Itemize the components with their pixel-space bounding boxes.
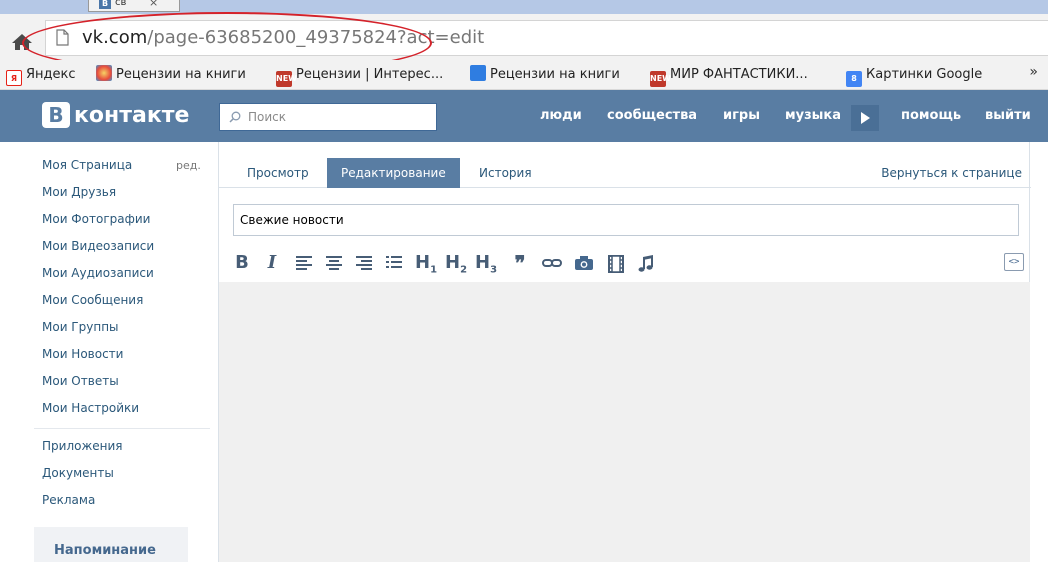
link-button[interactable] [541,252,563,274]
audio-button[interactable] [635,252,657,274]
bold-button[interactable]: B [231,252,253,274]
heading-3-button[interactable]: H3 [475,252,498,276]
list-button[interactable] [383,252,405,274]
menu-answers[interactable]: Мои Ответы [42,374,119,388]
source-code-icon: <> [1008,257,1020,267]
menu-ads[interactable]: Реклама [42,493,95,507]
bookmark-reviews-1[interactable]: Рецензии на книги [96,65,246,85]
nav-logout[interactable]: выйти [985,90,1031,142]
wiki-editor: Просмотр Редактирование История Вернутьс… [218,142,1031,562]
search-input[interactable] [248,107,432,127]
link-icon [542,259,562,267]
bookmark-yandex[interactable]: Я Яндекс [6,65,76,86]
google-icon: 8 [846,71,862,87]
menu-news[interactable]: Мои Новости [42,347,123,361]
tab-history[interactable]: История [465,158,546,188]
nav-help[interactable]: помощь [901,90,961,142]
menu-friends[interactable]: Мои Друзья [42,185,116,199]
menu-audio[interactable]: Мои Аудиозаписи [42,266,154,280]
bookmark-label: Картинки Google [866,67,983,82]
page-title-input[interactable] [233,204,1019,236]
align-center-button[interactable] [323,252,345,274]
camera-icon [575,256,593,270]
align-center-icon [326,256,342,270]
align-left-icon [296,256,312,270]
bookmarks-bar: Я Яндекс Рецензии на книги NEWРецензии | … [0,60,1048,90]
video-button[interactable] [605,252,627,274]
heading-1-button[interactable]: H1 [415,252,438,276]
bookmark-label: Яндекс [26,67,76,82]
heading-3-label: H [475,252,491,273]
vk-search[interactable] [219,103,437,131]
menu-videos[interactable]: Мои Видеозаписи [42,239,154,253]
bookmark-google-images[interactable]: 8 Картинки Google [846,65,983,87]
vk-logo-icon: В [42,102,70,128]
tab-title: св [115,0,127,8]
nav-games[interactable]: игры [723,90,760,142]
vk-logo-text: контакте [74,102,190,128]
vk-favicon-icon: В [99,0,111,9]
source-code-button[interactable]: <> [1004,253,1024,271]
heading-2-label: H [445,252,461,273]
play-icon[interactable] [851,105,879,131]
menu-photos[interactable]: Мои Фотографии [42,212,150,226]
formatting-toolbar: B I H1 H2 H3 ❞ <> [219,244,1030,282]
align-left-button[interactable] [293,252,315,274]
heading-1-label: H [415,252,431,273]
book-icon [470,65,486,81]
new-it-icon: NEW [650,71,671,87]
bookmark-label: МИР ФАНТАСТИКИ... [670,67,808,82]
reminder-block[interactable]: Напоминание [34,527,188,562]
heading-3-sub: 3 [490,264,498,276]
align-right-button[interactable] [353,252,375,274]
menu-divider [34,428,210,429]
bookmark-label: Рецензии на книги [490,67,620,82]
reminder-title: Напоминание [54,543,156,558]
browser-tabstrip: В св × [0,0,1048,14]
new-it-icon: NEW [276,71,297,87]
bookmark-world-fantasy[interactable]: NEWМИР ФАНТАСТИКИ... [650,65,808,87]
back-to-page-link[interactable]: Вернуться к странице [881,158,1022,188]
browser-tab[interactable]: В св × [88,0,180,12]
menu-groups[interactable]: Мои Группы [42,320,119,334]
bookmark-label: Рецензии на книги [116,67,246,82]
italic-button[interactable]: I [261,252,283,274]
vk-header: Вконтакте люди сообщества игры музыка по… [0,90,1048,142]
tab-editing[interactable]: Редактирование [327,158,460,188]
bookmarks-more-button[interactable]: » [1029,64,1038,80]
browser-window: { "browser": { "tab_title": "св", "tab_c… [0,0,1048,562]
heading-2-button[interactable]: H2 [445,252,468,276]
menu-documents[interactable]: Документы [42,466,114,480]
vk-logo[interactable]: Вконтакте [42,102,189,130]
quote-button[interactable]: ❞ [509,252,531,274]
menu-edit-link[interactable]: ред. [176,159,201,172]
music-note-icon [638,255,653,272]
align-right-icon [356,256,372,270]
bookmark-reviews-2[interactable]: Рецензии на книги [470,65,620,85]
film-icon [608,255,624,273]
bookmark-label: Рецензии | Интерес... [296,67,444,82]
tab-close-icon[interactable]: × [149,0,158,9]
spinner-flower-icon [96,65,112,81]
tab-preview[interactable]: Просмотр [233,158,323,188]
search-icon [229,111,241,123]
nav-music[interactable]: музыка [785,90,841,142]
photo-button[interactable] [573,252,595,274]
menu-apps[interactable]: Приложения [42,439,123,453]
editor-tabs: Просмотр Редактирование История Вернутьс… [219,142,1031,188]
left-menu: Моя Страница ред. Мои Друзья Мои Фотогра… [0,142,218,562]
menu-settings[interactable]: Мои Настройки [42,401,139,415]
menu-my-page[interactable]: Моя Страница [42,158,132,172]
yandex-icon: Я [6,70,22,86]
menu-messages[interactable]: Мои Сообщения [42,293,143,307]
heading-1-sub: 1 [430,264,438,276]
heading-2-sub: 2 [460,264,468,276]
editor-textarea[interactable] [219,282,1030,562]
bookmark-reviews-interesting[interactable]: NEWРецензии | Интерес... [276,65,444,87]
nav-people[interactable]: люди [540,90,582,142]
nav-communities[interactable]: сообщества [607,90,697,142]
list-icon [386,256,402,268]
